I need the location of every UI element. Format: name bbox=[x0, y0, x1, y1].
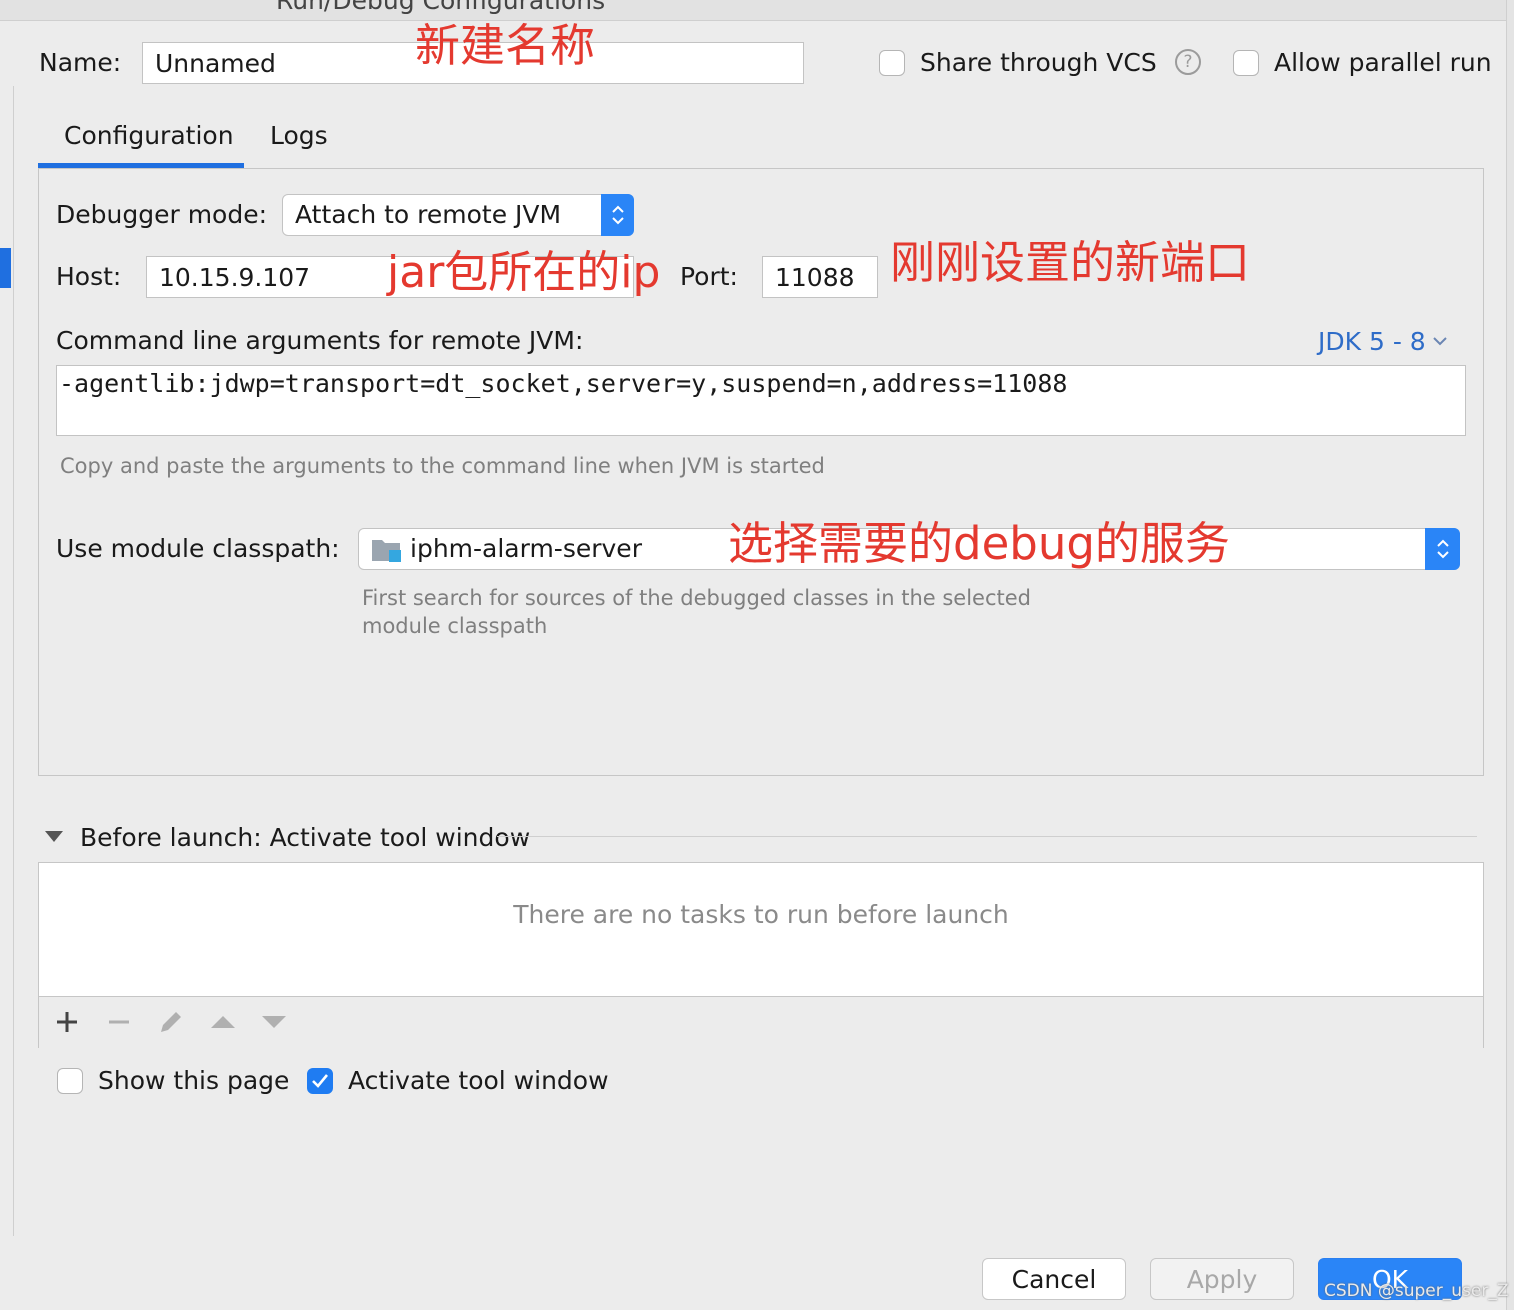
remove-icon[interactable] bbox=[107, 1010, 131, 1034]
checkmark-icon bbox=[312, 1074, 329, 1088]
chevron-down-icon bbox=[1432, 337, 1447, 346]
annotation-host: jar包所在的ip bbox=[387, 247, 661, 298]
show-this-page-checkbox[interactable] bbox=[57, 1068, 83, 1094]
move-down-icon[interactable] bbox=[261, 1014, 287, 1030]
module-classpath-stepper[interactable] bbox=[1425, 528, 1460, 570]
title-bar: Run/Debug Configurations bbox=[0, 0, 1514, 21]
apply-button[interactable]: Apply bbox=[1150, 1258, 1294, 1300]
collapse-triangle-icon[interactable] bbox=[44, 830, 64, 844]
cmdline-hint: Copy and paste the arguments to the comm… bbox=[60, 454, 825, 478]
move-up-icon[interactable] bbox=[210, 1014, 236, 1030]
edit-pencil-icon[interactable] bbox=[157, 1008, 185, 1036]
cmdline-value: -agentlib:jdwp=transport=dt_socket,serve… bbox=[59, 369, 1068, 398]
parallel-run-label: Allow parallel run bbox=[1274, 48, 1492, 77]
name-label: Name: bbox=[39, 48, 122, 77]
chevron-updown-icon bbox=[1436, 539, 1449, 559]
before-launch-empty-text: There are no tasks to run before launch bbox=[513, 900, 1009, 929]
chevron-updown-icon bbox=[611, 205, 624, 225]
left-edge-selection-marker bbox=[0, 248, 11, 288]
module-hint-line2: module classpath bbox=[362, 614, 548, 638]
cancel-button[interactable]: Cancel bbox=[982, 1258, 1126, 1300]
share-vcs-checkbox[interactable] bbox=[879, 50, 905, 76]
window-title: Run/Debug Configurations bbox=[276, 0, 606, 15]
port-label: Port: bbox=[680, 262, 738, 291]
debugger-mode-select[interactable]: Attach to remote JVM bbox=[282, 194, 634, 236]
before-launch-list: There are no tasks to run before launch bbox=[38, 862, 1484, 1048]
cmdline-textarea[interactable]: -agentlib:jdwp=transport=dt_socket,serve… bbox=[56, 365, 1466, 436]
cmdline-label: Command line arguments for remote JVM: bbox=[56, 326, 584, 355]
share-vcs-label: Share through VCS bbox=[920, 48, 1157, 77]
tab-logs[interactable]: Logs bbox=[270, 121, 328, 151]
tab-configuration[interactable]: Configuration bbox=[64, 121, 234, 151]
watermark: CSDN @super_user_Z bbox=[1324, 1281, 1509, 1301]
annotation-module: 选择需要的debug的服务 bbox=[728, 517, 1230, 570]
before-launch-divider bbox=[497, 836, 1477, 837]
jdk-version-selector[interactable]: JDK 5 - 8 bbox=[1318, 326, 1449, 356]
debugger-mode-value: Attach to remote JVM bbox=[295, 200, 562, 229]
jdk-version-label: JDK 5 - 8 bbox=[1318, 326, 1426, 356]
right-edge bbox=[1506, 0, 1514, 1310]
activate-tool-window-label: Activate tool window bbox=[348, 1066, 609, 1095]
host-label: Host: bbox=[56, 262, 122, 291]
annotation-port: 刚刚设置的新端口 bbox=[890, 236, 1251, 289]
parallel-run-checkbox[interactable] bbox=[1233, 50, 1259, 76]
module-classpath-label: Use module classpath: bbox=[56, 534, 340, 563]
show-this-page-label: Show this page bbox=[98, 1066, 290, 1095]
before-launch-title: Before launch: Activate tool window bbox=[80, 823, 531, 852]
port-input[interactable]: 11088 bbox=[762, 256, 878, 298]
annotation-name: 新建名称 bbox=[415, 19, 596, 72]
debugger-mode-stepper[interactable] bbox=[601, 194, 634, 236]
module-hint-line1: First search for sources of the debugged… bbox=[362, 586, 1032, 610]
module-classpath-value: iphm-alarm-server bbox=[410, 534, 642, 563]
before-launch-toolbar bbox=[39, 996, 1483, 1048]
module-folder-icon bbox=[372, 540, 401, 562]
add-icon[interactable] bbox=[55, 1010, 79, 1034]
debugger-mode-label: Debugger mode: bbox=[56, 200, 268, 229]
activate-tool-window-checkbox[interactable] bbox=[307, 1068, 333, 1094]
help-icon[interactable]: ? bbox=[1175, 49, 1201, 75]
